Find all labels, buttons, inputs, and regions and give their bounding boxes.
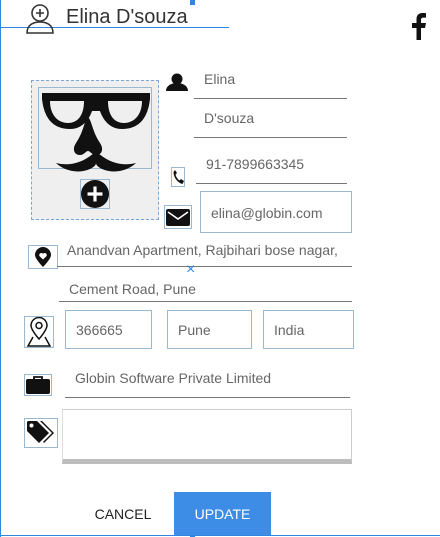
add-contact-icon[interactable] [24,2,56,34]
add-photo-icon[interactable] [80,179,110,209]
address-line2-field[interactable]: Cement Road, Pune [59,282,352,302]
contact-name-title: Elina D'souza [66,6,188,28]
update-button[interactable]: UPDATE [174,492,271,535]
email-field[interactable]: elina@globin.com [200,191,352,233]
clear-address-icon[interactable]: × [186,262,195,278]
cancel-button[interactable]: CANCEL [86,500,160,528]
location-heart-icon [28,245,58,269]
first-name-field[interactable]: Elina [194,72,347,99]
avatar-frame[interactable] [31,80,159,220]
email-icon [164,205,192,229]
country-field[interactable]: India [263,310,354,349]
address-line1-field[interactable]: Anandvan Apartment, Rajbihari bose nagar… [57,243,352,267]
company-field[interactable]: Globin Software Private Limited [65,371,350,398]
last-name-field[interactable]: D'souza [194,111,347,138]
phone-icon [171,167,185,187]
briefcase-icon [24,374,52,396]
map-pin-icon [24,316,54,348]
tags-icon [24,418,58,448]
facebook-icon[interactable] [406,12,430,40]
top-marker [190,0,195,5]
mustache-face-image [42,93,150,172]
person-icon [165,72,189,92]
left-edge-line [0,0,1,537]
tags-textarea[interactable] [62,409,352,464]
phone-field[interactable]: 91-7899663345 [196,157,347,184]
bottom-accent-line [0,535,440,536]
city-field[interactable]: Pune [167,310,252,349]
zip-field[interactable]: 366665 [65,310,152,349]
